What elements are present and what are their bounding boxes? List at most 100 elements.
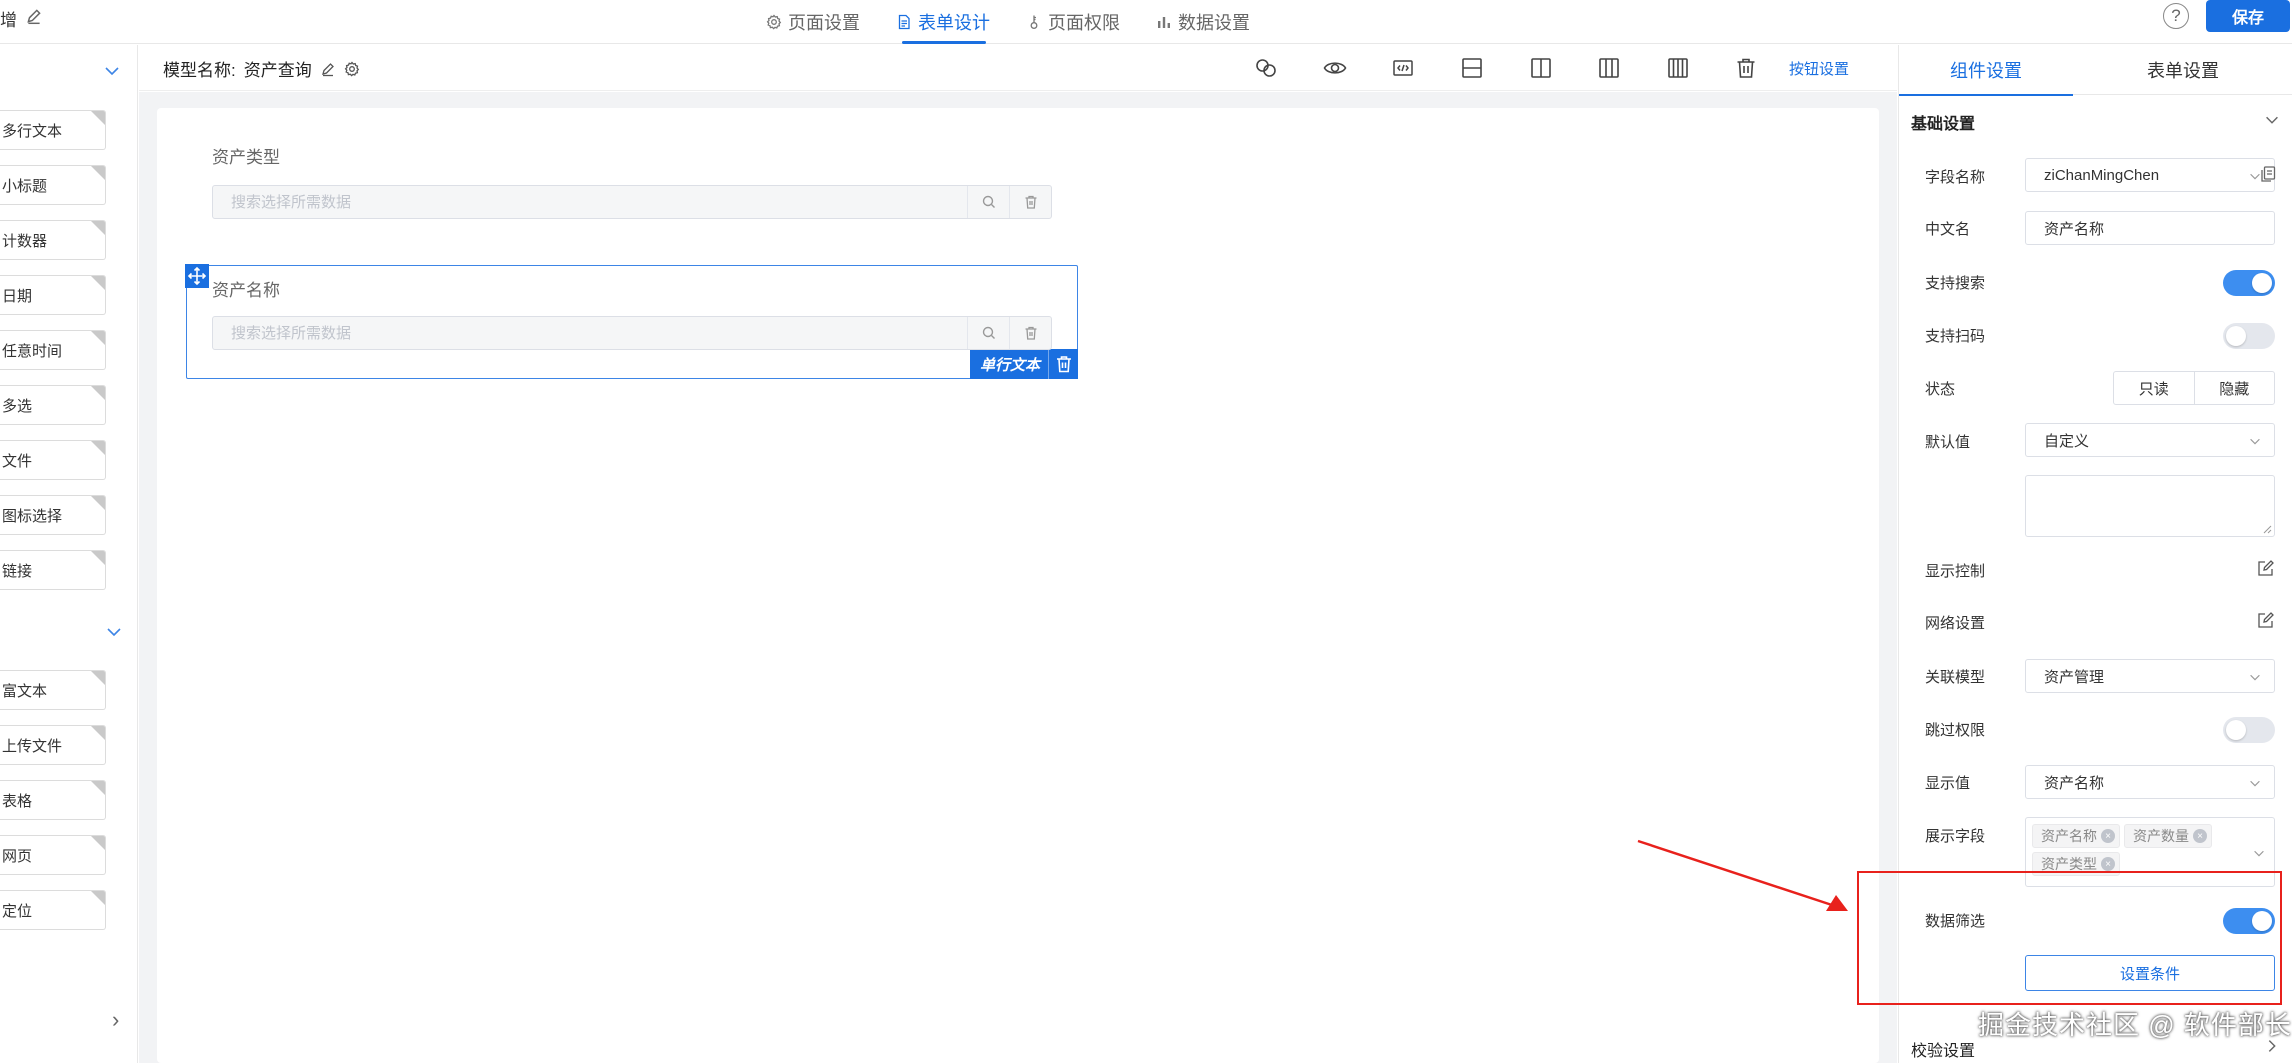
section-basic-settings[interactable]: 基础设置 xyxy=(1911,110,1975,134)
state-readonly-option[interactable]: 只读 xyxy=(2114,372,2194,404)
component-type-tag: 单行文本 xyxy=(969,349,1078,379)
edit-icon[interactable] xyxy=(320,61,336,77)
sidebar-item-label: 图标选择 xyxy=(2,507,63,525)
move-handle-icon[interactable] xyxy=(185,264,209,288)
tab-label: 页面设置 xyxy=(788,13,860,33)
search-select-field[interactable] xyxy=(212,316,1052,350)
tab-page-permissions[interactable]: 页面权限 xyxy=(1008,0,1138,44)
two-column-icon[interactable] xyxy=(1506,52,1575,84)
clear-icon[interactable] xyxy=(1009,186,1051,218)
sidebar-item-rich-text[interactable]: 富文本 xyxy=(0,670,106,710)
remove-chip-icon[interactable]: × xyxy=(2101,857,2115,871)
collapse-sidebar-icon[interactable]: › xyxy=(112,1007,119,1033)
edit-icon[interactable] xyxy=(2257,611,2275,629)
label-support-scan: 支持扫码 xyxy=(1925,328,1986,345)
chevron-down-icon[interactable] xyxy=(2263,111,2281,129)
code-icon[interactable] xyxy=(1369,52,1438,84)
tab-form-settings[interactable]: 表单设置 xyxy=(2073,45,2292,95)
gear-icon xyxy=(766,14,782,30)
search-input[interactable] xyxy=(213,317,967,349)
sidebar-item-upload-file[interactable]: 上传文件 xyxy=(0,725,106,765)
sidebar-item-file[interactable]: 文件 xyxy=(0,440,106,480)
tab-form-design[interactable]: 表单设计 xyxy=(878,0,1008,44)
support-scan-toggle[interactable] xyxy=(2223,323,2275,349)
remove-chip-icon[interactable]: × xyxy=(2101,829,2115,843)
chinese-name-input[interactable]: 资产名称 xyxy=(2025,211,2275,245)
label-skip-permission: 跳过权限 xyxy=(1925,722,1986,739)
resize-handle-icon[interactable] xyxy=(2262,524,2272,534)
default-value-value: 自定义 xyxy=(2044,432,2090,450)
copy-icon[interactable] xyxy=(2259,165,2277,183)
label-display-fields: 展示字段 xyxy=(1925,828,1986,845)
search-input[interactable] xyxy=(213,186,967,218)
sidebar-item-any-time[interactable]: 任意时间 xyxy=(0,330,106,370)
skip-permission-toggle[interactable] xyxy=(2223,717,2275,743)
tab-data-settings[interactable]: 数据设置 xyxy=(1138,0,1268,44)
chevron-down-icon xyxy=(2250,438,2260,445)
sidebar-item-table[interactable]: 表格 xyxy=(0,780,106,820)
eye-icon[interactable] xyxy=(1301,52,1370,84)
chevron-down-icon[interactable] xyxy=(104,622,124,642)
field-name-select[interactable]: ziChanMingChen xyxy=(2025,158,2275,192)
sidebar-item-link[interactable]: 链接 xyxy=(0,550,106,590)
edit-icon[interactable] xyxy=(2257,559,2275,577)
section-validation-settings[interactable]: 校验设置 xyxy=(1911,1037,1975,1061)
related-model-select[interactable]: 资产管理 xyxy=(2025,659,2275,693)
design-toolbar: 模型名称: 资产查询 按钮设置 xyxy=(139,45,1897,91)
chevron-down-icon[interactable] xyxy=(102,61,122,81)
tab-label: 表单设计 xyxy=(918,13,990,33)
chip-label: 资产数量 xyxy=(2133,828,2189,844)
clear-icon[interactable] xyxy=(1009,317,1051,349)
sidebar-item-counter[interactable]: 计数器 xyxy=(0,220,106,260)
sidebar-item-location[interactable]: 定位 xyxy=(0,890,106,930)
label-support-search: 支持搜索 xyxy=(1925,275,1986,292)
label-field-name: 字段名称 xyxy=(1925,169,1986,186)
sidebar-item-webpage[interactable]: 网页 xyxy=(0,835,106,875)
help-icon[interactable]: ? xyxy=(2163,3,2189,29)
sidebar-item-label: 网页 xyxy=(2,847,33,865)
label-display-value: 显示值 xyxy=(1925,775,1971,792)
sidebar-item-label: 文件 xyxy=(2,452,33,470)
state-hidden-option[interactable]: 隐藏 xyxy=(2193,372,2275,404)
document-icon xyxy=(898,14,910,30)
annotation-arrow-icon xyxy=(1637,839,1848,911)
form-canvas xyxy=(157,108,1879,1063)
sidebar-item-label: 计数器 xyxy=(2,232,48,250)
delete-icon[interactable] xyxy=(1712,52,1781,84)
search-icon[interactable] xyxy=(967,186,1009,218)
sidebar-item-date[interactable]: 日期 xyxy=(0,275,106,315)
link-icon[interactable] xyxy=(1232,52,1301,84)
label-chinese-name: 中文名 xyxy=(1925,221,1971,238)
save-button[interactable]: 保存 xyxy=(2206,0,2290,32)
sidebar-item-label: 定位 xyxy=(2,902,33,920)
gear-icon[interactable] xyxy=(344,60,360,77)
display-field-chip: 资产名称 × xyxy=(2032,824,2120,848)
tab-component-settings[interactable]: 组件设置 xyxy=(1899,45,2073,96)
sidebar-item-subtitle[interactable]: 小标题 xyxy=(0,165,106,205)
bar-chart-icon xyxy=(1158,17,1170,28)
top-tabs: 页面设置 表单设计 页面权限 数据设置 xyxy=(748,0,1268,44)
display-value-select[interactable]: 资产名称 xyxy=(2025,765,2275,799)
chevron-down-icon[interactable] xyxy=(2252,846,2266,860)
sidebar-item-multiline-text[interactable]: 多行文本 xyxy=(0,110,106,150)
tab-page-settings[interactable]: 页面设置 xyxy=(748,0,878,44)
default-value-textarea[interactable] xyxy=(2025,475,2275,537)
edit-title-icon[interactable] xyxy=(25,7,43,30)
sidebar-item-label: 多行文本 xyxy=(2,122,63,140)
sidebar-item-multi-select[interactable]: 多选 xyxy=(0,385,106,425)
split-horizontal-icon[interactable] xyxy=(1438,52,1507,84)
support-search-toggle[interactable] xyxy=(2223,270,2275,296)
search-select-field[interactable] xyxy=(212,185,1052,219)
state-segmented-control: 只读 隐藏 xyxy=(2113,371,2275,405)
remove-chip-icon[interactable]: × xyxy=(2193,829,2207,843)
model-name: 模型名称: 资产查询 xyxy=(163,56,360,81)
tab-label: 组件设置 xyxy=(1950,61,2022,81)
sidebar-item-icon-select[interactable]: 图标选择 xyxy=(0,495,106,535)
delete-component-icon[interactable] xyxy=(1048,349,1078,379)
search-icon[interactable] xyxy=(967,317,1009,349)
model-name-value: 资产查询 xyxy=(243,61,312,80)
default-value-select[interactable]: 自定义 xyxy=(2025,423,2275,457)
four-column-icon[interactable] xyxy=(1644,52,1713,84)
button-settings-link[interactable]: 按钮设置 xyxy=(1789,58,1849,79)
three-column-icon[interactable] xyxy=(1575,52,1644,84)
